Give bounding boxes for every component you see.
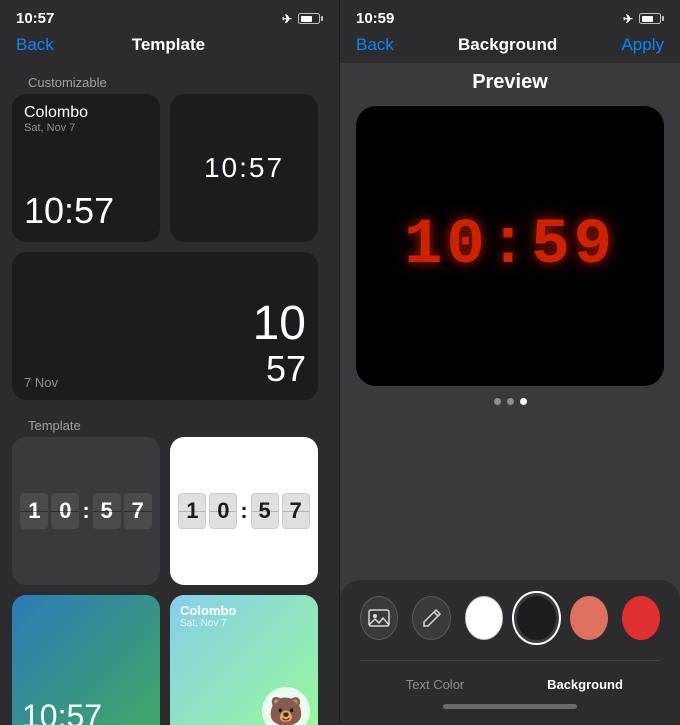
page-indicator bbox=[356, 398, 664, 405]
dot-1 bbox=[494, 398, 501, 405]
flip-card-1: 1 bbox=[20, 493, 48, 529]
widget-row-1: Colombo Sat, Nov 7 10:57 10:57 bbox=[12, 94, 327, 242]
flip-dark-minutes: 57 bbox=[266, 348, 306, 390]
image-icon bbox=[368, 607, 390, 629]
widget-row-2: 10 7 Nov 57 bbox=[12, 252, 327, 400]
airplane-icon: ✈ bbox=[282, 12, 292, 26]
widget-digital-dark[interactable]: 10:57 bbox=[170, 94, 318, 242]
right-back-button[interactable]: Back bbox=[356, 35, 394, 55]
colombo-time: 10:57 bbox=[24, 190, 148, 232]
widget-flip-dark[interactable]: 10 7 Nov 57 bbox=[12, 252, 318, 400]
preview-label: Preview bbox=[340, 63, 680, 106]
colombo-city-name: Colombo bbox=[24, 104, 148, 122]
left-nav-bar: Back Template bbox=[0, 31, 339, 63]
widgets-grid: Customizable Colombo Sat, Nov 7 10:57 10… bbox=[0, 63, 339, 725]
flip-colon-1: : bbox=[82, 498, 89, 524]
battery-fill bbox=[301, 16, 313, 22]
tab-background[interactable]: Background bbox=[510, 673, 660, 696]
section-template: Template bbox=[12, 410, 327, 437]
cute-date: Sat, Nov 7 bbox=[180, 618, 308, 629]
widget-flip-dark-template[interactable]: 1 0 : 5 7 bbox=[12, 437, 160, 585]
right-nav-title: Background bbox=[458, 35, 557, 55]
widget-row-3: 1 0 : 5 7 1 0 : 5 7 bbox=[12, 437, 327, 585]
widget-flip-white-template[interactable]: 1 0 : 5 7 bbox=[170, 437, 318, 585]
dot-2 bbox=[507, 398, 514, 405]
flip-dark-time: 1 0 : 5 7 bbox=[20, 493, 151, 529]
flip-white-card-3: 5 bbox=[251, 493, 279, 529]
flip-white-time: 1 0 : 5 7 bbox=[178, 493, 309, 529]
cute-city: Colombo bbox=[180, 603, 308, 618]
right-battery-tip bbox=[662, 16, 664, 21]
tab-bar: Text Color Background bbox=[360, 660, 660, 696]
clock-preview: 10:59 bbox=[356, 106, 664, 386]
left-status-bar: 10:57 ✈ bbox=[0, 0, 339, 31]
widget-row-4: 10:57 Colombo Sat, Nov 7 🐻 bbox=[12, 595, 327, 725]
flip-dark-date: 7 Nov bbox=[24, 375, 58, 390]
dot-3 bbox=[520, 398, 527, 405]
widget-cute[interactable]: Colombo Sat, Nov 7 🐻 bbox=[170, 595, 318, 725]
left-back-button[interactable]: Back bbox=[16, 35, 54, 55]
flip-white-card-1: 1 bbox=[178, 493, 206, 529]
right-panel: 10:59 ✈ Back Background Apply Preview 10… bbox=[340, 0, 680, 725]
right-airplane-icon: ✈ bbox=[623, 12, 633, 26]
color-options bbox=[360, 596, 660, 640]
right-status-bar: 10:59 ✈ bbox=[340, 0, 680, 31]
home-indicator bbox=[443, 704, 577, 709]
battery-icon bbox=[298, 13, 323, 24]
widget-scenic[interactable]: 10:57 bbox=[12, 595, 160, 725]
left-status-icons: ✈ bbox=[282, 12, 323, 26]
digital-time: 10:57 bbox=[204, 152, 284, 184]
color-panel: Text Color Background bbox=[340, 580, 680, 725]
salmon-color-swatch[interactable] bbox=[570, 596, 608, 640]
left-panel: 10:57 ✈ Back Template Customizable Colom… bbox=[0, 0, 339, 725]
preview-area: 10:59 bbox=[340, 106, 680, 580]
bear-icon: 🐻 bbox=[262, 687, 310, 725]
left-time: 10:57 bbox=[16, 10, 54, 27]
white-color-swatch[interactable] bbox=[465, 596, 503, 640]
pencil-icon bbox=[421, 607, 443, 629]
right-status-icons: ✈ bbox=[623, 12, 664, 26]
right-nav-bar: Back Background Apply bbox=[340, 31, 680, 63]
image-picker-button[interactable] bbox=[360, 596, 398, 640]
section-customizable: Customizable bbox=[12, 67, 327, 94]
flip-white-card-2: 0 bbox=[209, 493, 237, 529]
flip-dark-bottom: 7 Nov 57 bbox=[24, 348, 306, 390]
flip-white-card-4: 7 bbox=[282, 493, 310, 529]
right-time: 10:59 bbox=[356, 10, 394, 27]
black-color-swatch[interactable] bbox=[517, 596, 555, 640]
led-clock: 10:59 bbox=[404, 210, 616, 282]
left-nav-title: Template bbox=[132, 35, 205, 55]
tab-text-color[interactable]: Text Color bbox=[360, 673, 510, 696]
colombo-city: Colombo Sat, Nov 7 bbox=[24, 104, 148, 134]
flip-dark-hour: 10 bbox=[253, 300, 306, 348]
flip-card-3: 5 bbox=[93, 493, 121, 529]
flip-white-colon: : bbox=[240, 498, 247, 524]
right-battery-body bbox=[639, 13, 661, 24]
flip-card-2: 0 bbox=[51, 493, 79, 529]
battery-body bbox=[298, 13, 320, 24]
right-battery-icon bbox=[639, 13, 664, 24]
pencil-picker-button[interactable] bbox=[412, 596, 450, 640]
apply-button[interactable]: Apply bbox=[621, 35, 664, 55]
colombo-date: Sat, Nov 7 bbox=[24, 122, 148, 134]
battery-tip bbox=[321, 16, 323, 21]
right-battery-fill bbox=[642, 16, 654, 22]
scenic-time: 10:57 bbox=[22, 698, 102, 725]
red-color-swatch[interactable] bbox=[622, 596, 660, 640]
flip-card-4: 7 bbox=[124, 493, 152, 529]
widget-colombo[interactable]: Colombo Sat, Nov 7 10:57 bbox=[12, 94, 160, 242]
